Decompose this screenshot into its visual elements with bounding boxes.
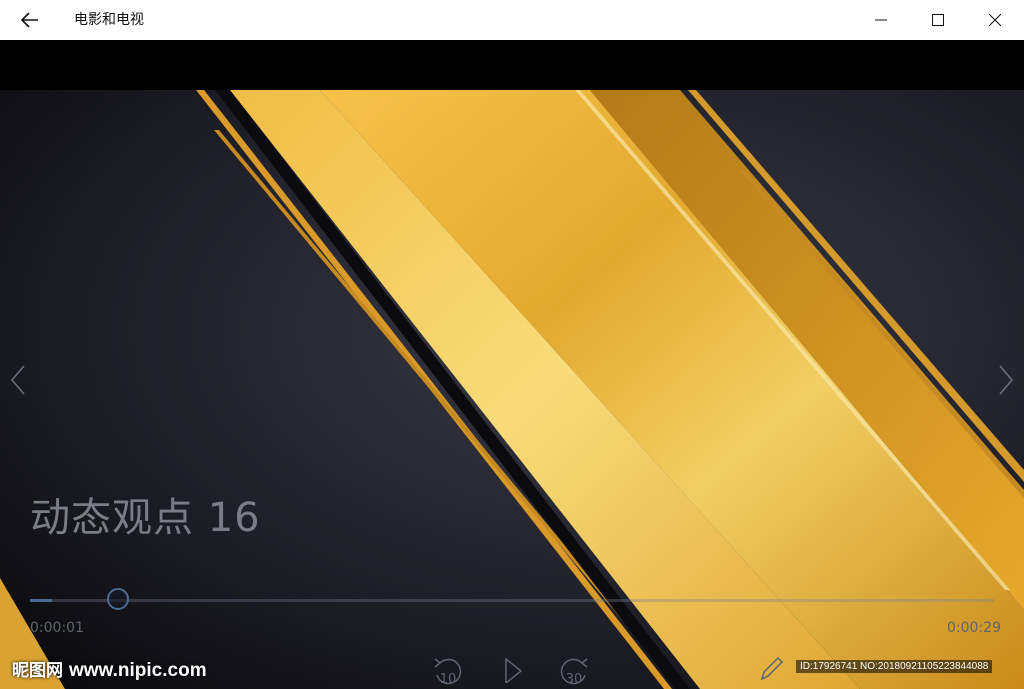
video-player[interactable] bbox=[0, 40, 1024, 689]
watermark-site-name: 昵图网 bbox=[12, 661, 63, 681]
minimize-icon bbox=[874, 19, 887, 21]
previous-button[interactable] bbox=[3, 360, 33, 400]
skip-back-label: 10 bbox=[440, 672, 457, 687]
close-icon bbox=[988, 14, 1001, 26]
watermark-site-url: www.nipic.com bbox=[69, 660, 207, 681]
seek-bar[interactable] bbox=[30, 599, 994, 602]
seek-thumb[interactable] bbox=[107, 588, 129, 610]
skip-forward-icon: 30 bbox=[560, 658, 588, 687]
elapsed-time: 0:00:01 bbox=[30, 620, 84, 636]
play-button[interactable] bbox=[498, 653, 528, 689]
chevron-left-icon bbox=[11, 365, 25, 395]
next-button[interactable] bbox=[991, 360, 1021, 400]
back-button[interactable] bbox=[10, 5, 50, 35]
close-button[interactable] bbox=[966, 0, 1023, 40]
watermark-id: ID:17926741 NO:20180921105223844088 bbox=[796, 660, 993, 673]
play-icon bbox=[505, 657, 523, 683]
title-bar: 电影和电视 bbox=[0, 0, 1024, 40]
chevron-right-icon bbox=[999, 365, 1013, 395]
total-duration: 0:00:29 bbox=[947, 620, 1001, 636]
maximize-button[interactable] bbox=[909, 0, 966, 40]
video-title-overlay: 动态观点 16 bbox=[30, 495, 261, 541]
skip-back-button[interactable]: 10 bbox=[430, 653, 466, 689]
skip-back-icon: 10 bbox=[434, 658, 462, 687]
edit-button[interactable] bbox=[756, 653, 786, 689]
maximize-icon bbox=[931, 14, 944, 26]
minimize-button[interactable] bbox=[852, 0, 909, 40]
skip-forward-label: 30 bbox=[566, 672, 583, 687]
skip-forward-button[interactable]: 30 bbox=[556, 653, 592, 689]
back-arrow-icon bbox=[21, 12, 38, 28]
pencil-icon bbox=[760, 656, 784, 681]
app-title: 电影和电视 bbox=[74, 12, 144, 28]
seek-bar-progress bbox=[30, 599, 52, 602]
watermark-site: 昵图网 www.nipic.com bbox=[12, 656, 207, 682]
